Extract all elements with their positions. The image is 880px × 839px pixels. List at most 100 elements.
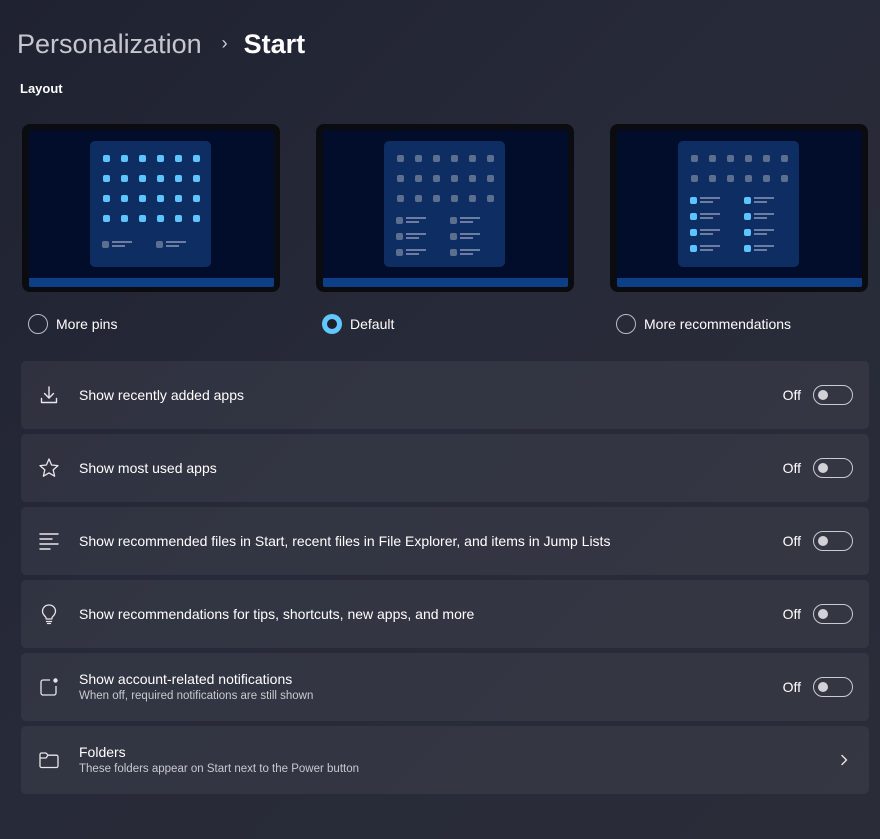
preview-tile [487,195,494,202]
preview-tile [763,155,770,162]
taskbar-preview [323,278,568,287]
preview-line [406,217,426,219]
preview-tile [139,175,146,182]
list-icon [38,530,60,552]
setting-title: Show most used apps [79,460,217,476]
setting-account-notifications[interactable]: Show account-related notifications When … [21,653,869,721]
preview-line [460,217,480,219]
preview-tile [451,195,458,202]
setting-title: Show recommendations for tips, shortcuts… [79,606,475,622]
preview-tile [175,175,182,182]
toggle-state-label: Off [782,679,801,695]
preview-line [460,233,480,235]
toggle-knob [818,462,828,473]
toggle-knob [818,681,828,692]
page-title: Start [243,28,306,59]
radio-button[interactable] [616,314,636,334]
preview-tile [397,155,404,162]
radio-button-selected[interactable] [322,314,342,334]
taskbar-preview [29,278,274,287]
preview-tile [193,215,200,222]
recently-added-apps-toggle[interactable] [813,385,853,405]
preview-tile [193,175,200,182]
preview-line [754,201,767,203]
preview-tile [121,155,128,162]
preview-tile [709,175,716,182]
folder-icon [38,749,60,771]
preview-tile [121,175,128,182]
radio-more-recommendations[interactable]: More recommendations [616,314,791,334]
setting-title: Show account-related notifications [79,671,293,687]
preview-tile [450,233,457,240]
preview-tile [193,195,200,202]
preview-line [754,197,774,199]
preview-tile [781,175,788,182]
preview-tile [433,175,440,182]
preview-tile [744,197,751,204]
preview-tile [763,175,770,182]
setting-folders[interactable]: Folders These folders appear on Start ne… [21,726,869,794]
preview-tile [103,175,110,182]
notification-badge-icon [38,676,60,698]
preview-tile [691,155,698,162]
preview-line [460,253,473,255]
toggle-state-label: Off [782,533,801,549]
preview-tile [415,195,422,202]
toggle-state-label: Off [782,460,801,476]
chevron-right-icon[interactable] [837,753,851,767]
most-used-apps-toggle[interactable] [813,458,853,478]
layout-preview-default[interactable] [316,124,574,292]
lightbulb-icon [38,603,60,625]
recommendations-tips-toggle[interactable] [813,604,853,624]
preview-tile [450,249,457,256]
preview-tile [487,155,494,162]
setting-recently-added-apps[interactable]: Show recently added apps Off [21,361,869,429]
radio-label: Default [350,316,395,332]
setting-subtitle: When off, required notifications are sti… [79,690,314,702]
preview-tile [157,215,164,222]
download-icon [38,384,60,406]
preview-tile [102,241,109,248]
preview-tile [397,175,404,182]
account-notifications-toggle[interactable] [813,677,853,697]
setting-most-used-apps[interactable]: Show most used apps Off [21,434,869,502]
preview-tile [690,229,697,236]
preview-tile [397,195,404,202]
radio-default[interactable]: Default [322,314,394,334]
preview-line [754,217,767,219]
recommended-files-toggle[interactable] [813,531,853,551]
preview-tile [103,195,110,202]
toggle-knob [818,389,828,400]
preview-tile [469,175,476,182]
preview-screen [29,130,274,287]
radio-more-pins[interactable]: More pins [28,314,117,334]
preview-tile [415,155,422,162]
preview-tile [781,155,788,162]
preview-tile [156,241,163,248]
setting-recommended-files[interactable]: Show recommended files in Start, recent … [21,507,869,575]
radio-button[interactable] [28,314,48,334]
taskbar-preview [617,278,862,287]
setting-recommendations-tips[interactable]: Show recommendations for tips, shortcuts… [21,580,869,648]
preview-line [406,249,426,251]
preview-tile [691,175,698,182]
preview-tile [175,195,182,202]
preview-tile [469,195,476,202]
preview-tile [193,155,200,162]
layout-preview-more-recommendations[interactable] [610,124,868,292]
preview-line [754,249,767,251]
preview-tile [450,217,457,224]
toggle-knob [818,535,828,546]
breadcrumb-parent-link[interactable]: Personalization [17,29,202,60]
start-menu-preview [90,141,211,267]
preview-line [700,201,713,203]
preview-tile [396,217,403,224]
preview-line [460,237,473,239]
preview-tile [157,155,164,162]
preview-tile [745,155,752,162]
radio-label: More pins [56,316,118,332]
preview-tile [139,215,146,222]
star-icon [38,457,60,479]
preview-tile [469,155,476,162]
layout-preview-more-pins[interactable] [22,124,280,292]
